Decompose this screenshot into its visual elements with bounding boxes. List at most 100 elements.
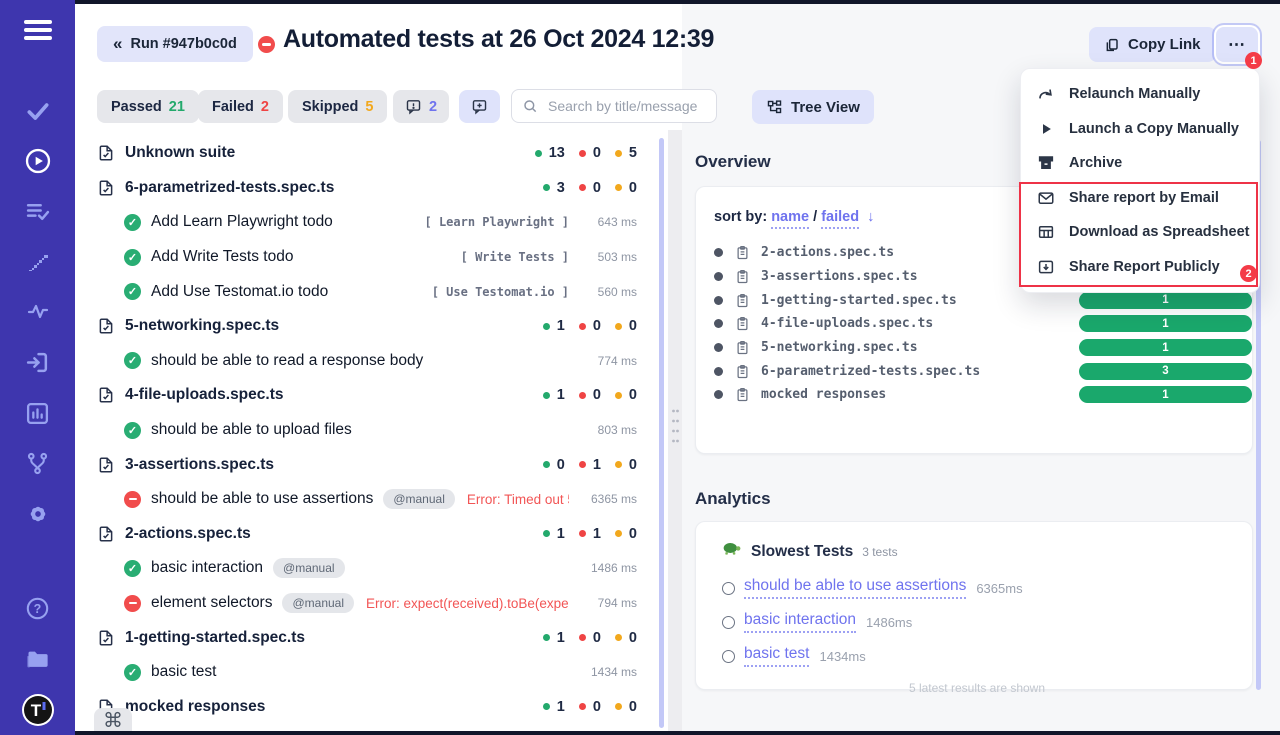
test-name[interactable]: basic interaction <box>151 559 263 577</box>
back-to-run-button[interactable]: « Run #947b0c0d <box>97 26 253 62</box>
spec-name[interactable]: 4-file-uploads.spec.ts <box>761 316 933 331</box>
filter-comments-button[interactable]: 2 <box>393 90 449 123</box>
search-box[interactable] <box>511 89 717 123</box>
table-row[interactable]: 4-file-uploads.spec.ts 100 <box>75 378 659 413</box>
filter-passed-button[interactable]: Passed 21 <box>97 90 199 123</box>
suite-name[interactable]: mocked responses <box>125 698 265 716</box>
test-name[interactable]: should be able to upload files <box>151 421 352 439</box>
test-name[interactable]: basic test <box>151 663 216 681</box>
test-name[interactable]: Add Write Tests todo <box>151 248 293 266</box>
table-row[interactable]: mocked responses 100 <box>75 690 659 725</box>
bar-chart-icon[interactable] <box>0 388 75 438</box>
activity-icon[interactable] <box>0 287 75 337</box>
overview-row[interactable]: 5-networking.spec.ts 1 <box>714 336 1232 360</box>
sort-by-name-link[interactable]: name <box>771 209 809 229</box>
filter-skipped-button[interactable]: Skipped 5 <box>288 90 387 123</box>
list-scrollbar[interactable] <box>659 138 664 728</box>
table-row[interactable]: basic test 1434 ms <box>75 655 659 690</box>
table-row[interactable]: basic interaction @manual 1486 ms <box>75 551 659 586</box>
copy-link-label: Copy Link <box>1128 36 1201 53</box>
test-name[interactable]: should be able to use assertions <box>151 490 373 508</box>
filter-failed-button[interactable]: Failed 2 <box>198 90 283 123</box>
table-row[interactable]: 1-getting-started.spec.ts 100 <box>75 620 659 655</box>
sort-direction-icon[interactable]: ↓ <box>867 209 874 225</box>
table-row[interactable]: Unknown suite 1305 <box>75 136 659 171</box>
menu-item-launch-copy[interactable]: Launch a Copy Manually <box>1021 112 1259 147</box>
spec-name[interactable]: 6-parametrized-tests.spec.ts <box>761 364 980 379</box>
slow-test-item[interactable]: should be able to use assertions 6365ms <box>722 573 1232 603</box>
menu-item-share-publicly[interactable]: Share Report Publicly <box>1021 250 1259 285</box>
results-shown-note: 5 latest results are shown <box>722 681 1232 695</box>
suite-name[interactable]: 3-assertions.spec.ts <box>125 456 274 474</box>
table-row[interactable]: 3-assertions.spec.ts 010 <box>75 447 659 482</box>
table-row[interactable]: should be able to upload files 803 ms <box>75 413 659 448</box>
svg-text:T: T <box>30 701 41 720</box>
sidebar: ? T <box>0 0 75 735</box>
slow-test-link[interactable]: basic test <box>744 645 809 667</box>
menu-item-archive[interactable]: Archive <box>1021 146 1259 181</box>
test-name[interactable]: Add Use Testomat.io todo <box>151 283 328 301</box>
testomatio-logo[interactable]: T <box>0 685 75 735</box>
bullet-icon <box>714 296 723 305</box>
menu-icon[interactable] <box>0 0 75 60</box>
test-name[interactable]: should be able to read a response body <box>151 352 423 370</box>
suite-name[interactable]: 1-getting-started.spec.ts <box>125 629 305 647</box>
result-counts: 100 <box>543 699 637 715</box>
spec-name[interactable]: 2-actions.spec.ts <box>761 245 894 260</box>
suite-name[interactable]: 4-file-uploads.spec.ts <box>125 386 283 404</box>
pane-splitter[interactable] <box>668 130 682 731</box>
bullet-icon <box>714 319 723 328</box>
overview-row[interactable]: 6-parametrized-tests.spec.ts 3 <box>714 359 1232 383</box>
suite-name[interactable]: 6-parametrized-tests.spec.ts <box>125 179 334 197</box>
copy-link-button[interactable]: Copy Link <box>1089 27 1216 62</box>
table-row[interactable]: element selectors @manual Error: expect(… <box>75 586 659 621</box>
git-branch-icon[interactable] <box>0 438 75 488</box>
spec-name[interactable]: mocked responses <box>761 387 886 402</box>
comments-count: 2 <box>429 99 437 115</box>
overview-row[interactable]: 4-file-uploads.spec.ts 1 <box>714 312 1232 336</box>
suite-name[interactable]: 2-actions.spec.ts <box>125 525 251 543</box>
spec-name[interactable]: 3-assertions.spec.ts <box>761 269 918 284</box>
spec-name[interactable]: 1-getting-started.spec.ts <box>761 293 957 308</box>
search-input[interactable] <box>546 97 706 115</box>
tree-view-button[interactable]: Tree View <box>752 90 874 124</box>
overview-row[interactable]: mocked responses 1 <box>714 383 1232 407</box>
add-comment-button[interactable] <box>459 90 500 123</box>
table-row[interactable]: 2-actions.spec.ts 110 <box>75 517 659 552</box>
clipboard-icon <box>735 364 750 379</box>
spec-name[interactable]: 5-networking.spec.ts <box>761 340 918 355</box>
suite-name[interactable]: 5-networking.spec.ts <box>125 317 279 335</box>
settings-gear-icon[interactable] <box>0 489 75 539</box>
test-name[interactable]: Add Learn Playwright todo <box>151 213 333 231</box>
table-row[interactable]: should be able to use assertions @manual… <box>75 482 659 517</box>
menu-item-relaunch[interactable]: Relaunch Manually <box>1021 77 1259 112</box>
test-name[interactable]: element selectors <box>151 594 272 612</box>
help-icon[interactable]: ? <box>0 584 75 634</box>
slow-test-item[interactable]: basic interaction 1486ms <box>722 607 1232 637</box>
sort-by-failed-link[interactable]: failed <box>821 209 859 229</box>
import-icon[interactable] <box>0 337 75 387</box>
error-message: Error: expect(received).toBe(expected) /… <box>366 596 569 611</box>
check-icon[interactable] <box>0 85 75 135</box>
table-row[interactable]: Add Learn Playwright todo [ Learn Playwr… <box>75 205 659 240</box>
menu-item-share-email[interactable]: Share report by Email <box>1021 181 1259 216</box>
menu-item-download-spreadsheet[interactable]: Download as Spreadsheet <box>1021 215 1259 250</box>
slow-test-link[interactable]: basic interaction <box>744 611 856 633</box>
table-row[interactable]: 5-networking.spec.ts 100 <box>75 309 659 344</box>
skipped-label: Skipped <box>302 99 358 115</box>
result-counts: 110 <box>543 526 637 542</box>
table-row[interactable]: should be able to read a response body 7… <box>75 344 659 379</box>
list-check-icon[interactable] <box>0 186 75 236</box>
folder-icon[interactable] <box>0 634 75 684</box>
slow-test-link[interactable]: should be able to use assertions <box>744 577 966 599</box>
suite-name[interactable]: Unknown suite <box>125 144 235 162</box>
slow-test-item[interactable]: basic test 1434ms <box>722 641 1232 671</box>
table-row[interactable]: Add Use Testomat.io todo [ Use Testomat.… <box>75 274 659 309</box>
menu-item-label: Share report by Email <box>1069 190 1219 206</box>
passed-status-icon <box>124 422 141 439</box>
play-circle-icon[interactable] <box>0 136 75 186</box>
table-row[interactable]: 6-parametrized-tests.spec.ts 300 <box>75 171 659 206</box>
table-row[interactable]: Add Write Tests todo [ Write Tests ] 503… <box>75 240 659 275</box>
steps-icon[interactable] <box>0 237 75 287</box>
menu-item-label: Relaunch Manually <box>1069 86 1200 102</box>
